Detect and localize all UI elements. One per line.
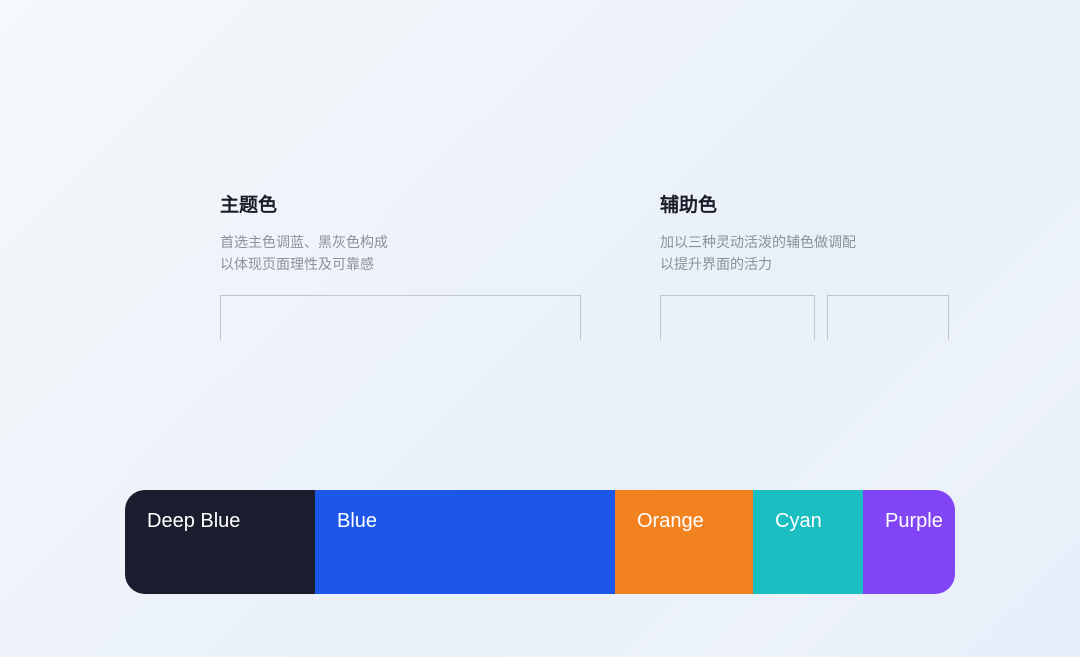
primary-desc-line1: 首选主色调蓝、黑灰色构成: [220, 231, 470, 253]
bracket-connectors: [125, 295, 955, 340]
secondary-color-section: 辅助色 加以三种灵动活泼的辅色做调配 以提升界面的活力: [660, 190, 940, 276]
swatch-orange: Orange: [615, 490, 753, 594]
secondary-bracket-2: [827, 295, 949, 340]
swatch-purple: Purple: [863, 490, 955, 594]
swatch-label: Cyan: [775, 510, 822, 533]
primary-color-section: 主题色 首选主色调蓝、黑灰色构成 以体现页面理性及可靠感: [220, 190, 470, 276]
swatch-label: Purple: [885, 510, 943, 533]
secondary-section-desc: 加以三种灵动活泼的辅色做调配 以提升界面的活力: [660, 231, 940, 276]
swatch-label: Orange: [637, 510, 704, 533]
swatch-deep-blue: Deep Blue: [125, 490, 315, 594]
swatch-blue: Blue: [315, 490, 615, 594]
secondary-bracket-1: [660, 295, 815, 340]
swatch-label: Blue: [337, 510, 377, 533]
secondary-desc-line2: 以提升界面的活力: [660, 253, 940, 275]
primary-section-title: 主题色: [220, 190, 470, 217]
color-swatch-bar: Deep Blue Blue Orange Cyan Purple: [125, 490, 955, 594]
primary-section-desc: 首选主色调蓝、黑灰色构成 以体现页面理性及可靠感: [220, 231, 470, 276]
swatch-label: Deep Blue: [147, 510, 240, 533]
primary-desc-line2: 以体现页面理性及可靠感: [220, 253, 470, 275]
secondary-desc-line1: 加以三种灵动活泼的辅色做调配: [660, 231, 940, 253]
swatch-cyan: Cyan: [753, 490, 863, 594]
secondary-section-title: 辅助色: [660, 190, 940, 217]
color-palette-diagram: 主题色 首选主色调蓝、黑灰色构成 以体现页面理性及可靠感 辅助色 加以三种灵动活…: [125, 190, 955, 594]
primary-bracket: [220, 295, 581, 340]
